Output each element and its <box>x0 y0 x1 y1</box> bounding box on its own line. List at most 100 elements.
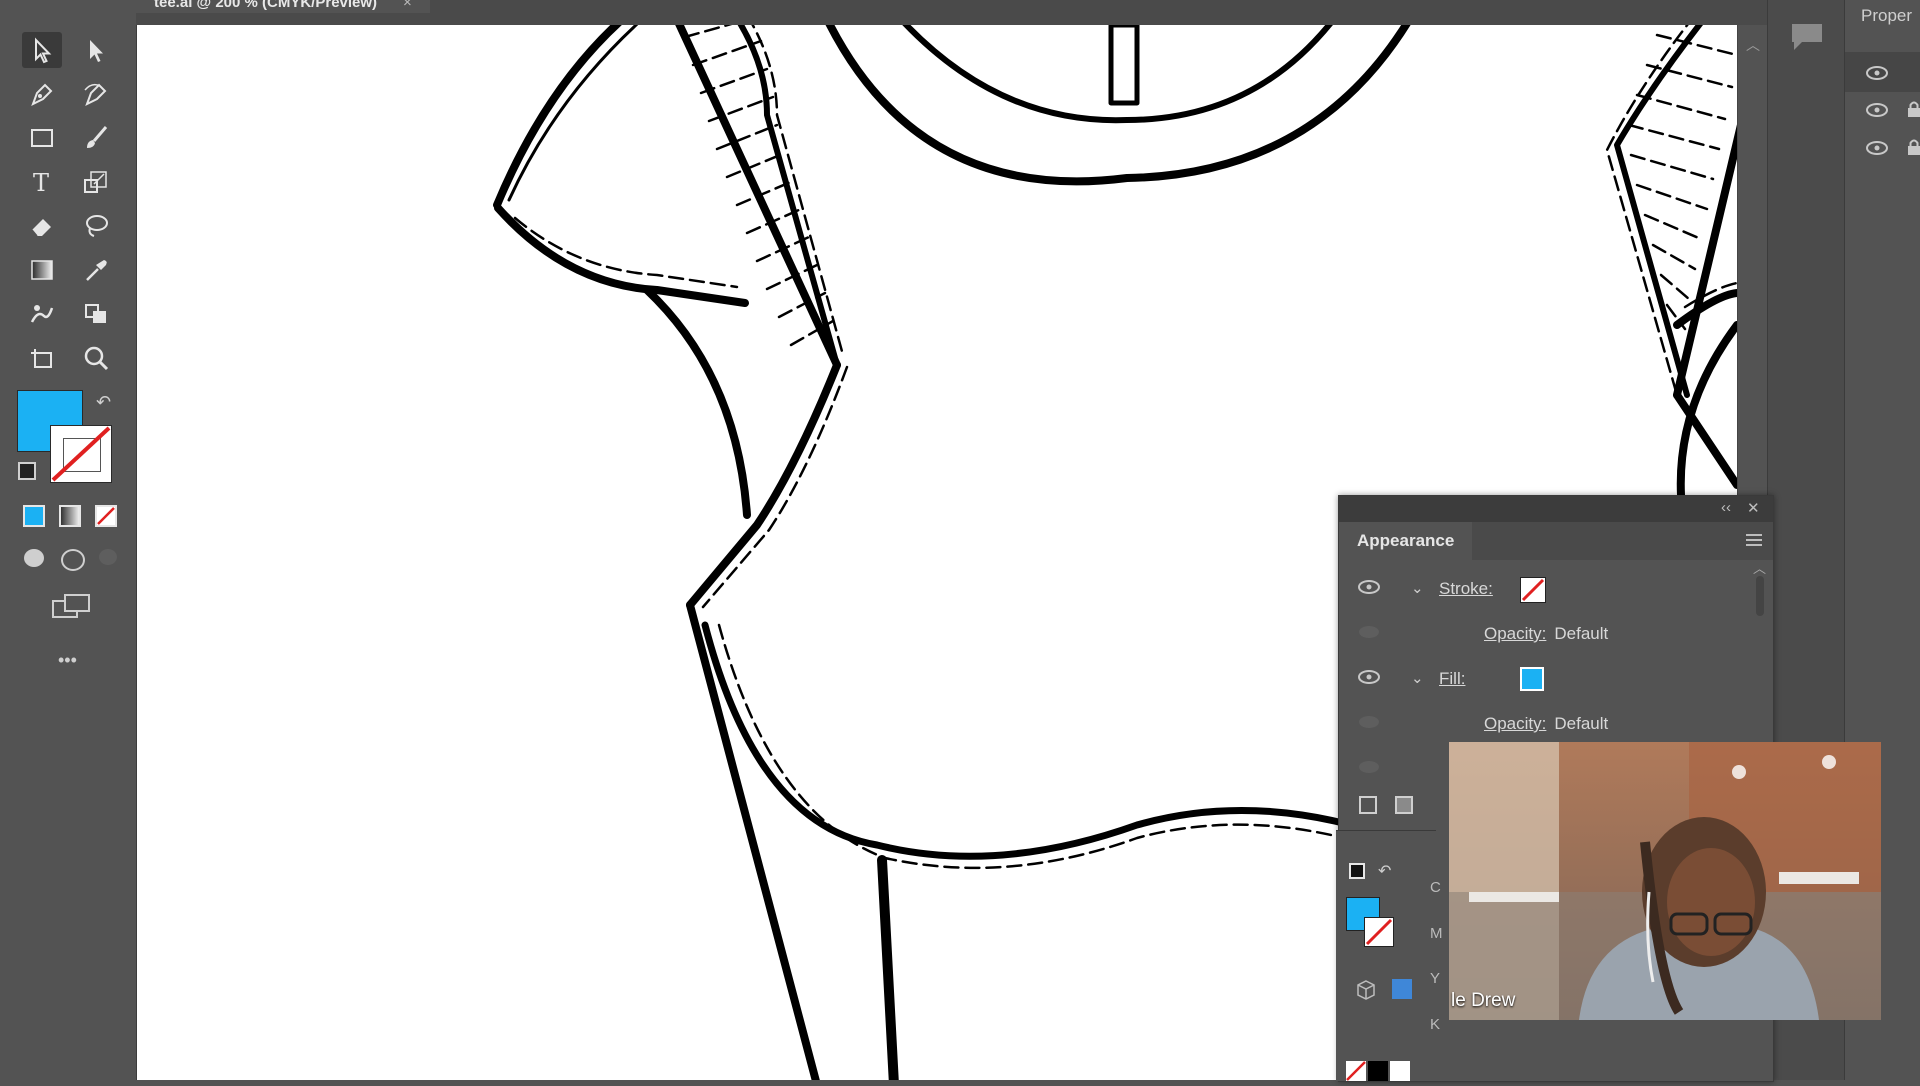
gradient-mode-button[interactable] <box>59 505 81 527</box>
pen-tool-icon <box>31 83 53 107</box>
eraser-tool[interactable] <box>22 208 62 244</box>
stroke-swatch[interactable] <box>50 425 112 483</box>
document-tab-bar: tee.ai @ 200 % (CMYK/Preview) × <box>136 0 1780 25</box>
document-tab[interactable]: tee.ai @ 200 % (CMYK/Preview) × <box>136 0 430 13</box>
opacity-value: Default <box>1554 624 1609 643</box>
gradient-tool[interactable] <box>22 252 62 288</box>
comments-panel-button[interactable] <box>1790 22 1824 57</box>
layer-row[interactable] <box>1845 95 1920 125</box>
none-slash-icon <box>1346 1061 1366 1081</box>
black-swatch[interactable] <box>1368 1061 1388 1081</box>
eye-icon[interactable] <box>1865 141 1889 155</box>
draw-behind-icon[interactable] <box>61 549 85 571</box>
eye-icon[interactable] <box>1357 625 1381 639</box>
eye-icon[interactable] <box>1357 715 1381 729</box>
zoom-tool[interactable] <box>76 340 116 376</box>
curvature-tool[interactable] <box>76 76 116 112</box>
magenta-label: M <box>1430 925 1443 942</box>
stroke-swatch[interactable] <box>1520 577 1546 603</box>
screen-mode-icon[interactable] <box>52 594 90 618</box>
opacity-value: Default <box>1554 714 1609 733</box>
tab-appearance[interactable]: Appearance <box>1339 522 1473 560</box>
scale-tool-icon <box>84 171 107 193</box>
opacity-label[interactable]: Opacity: <box>1484 714 1546 733</box>
eye-icon[interactable] <box>1357 670 1381 684</box>
fill-label[interactable]: Fill: <box>1439 669 1465 689</box>
panel-menu-icon[interactable] <box>1745 532 1763 548</box>
document-tab-close-button[interactable]: × <box>403 0 412 11</box>
eyedropper-tool[interactable] <box>76 252 116 288</box>
rectangle-tool-icon <box>31 129 53 147</box>
eye-icon[interactable] <box>1357 760 1381 774</box>
shape-builder-tool[interactable] <box>76 296 116 332</box>
fill-swatch[interactable] <box>1520 667 1544 691</box>
paintbrush-tool[interactable] <box>76 120 116 156</box>
tools-panel: T ↶ ••• <box>0 0 137 1080</box>
out-of-gamut-cube-icon[interactable] <box>1356 979 1376 1001</box>
none-swatch[interactable] <box>1346 1061 1366 1081</box>
stroke-label[interactable]: Stroke: <box>1439 579 1493 599</box>
eye-icon[interactable] <box>1865 103 1889 117</box>
document-tab-title: tee.ai @ 200 % (CMYK/Preview) <box>154 0 378 11</box>
selection-tool[interactable] <box>22 32 62 68</box>
none-mode-button[interactable] <box>95 505 117 527</box>
layer-row[interactable] <box>1845 133 1920 163</box>
zoom-tool-icon <box>84 346 109 371</box>
fill-opacity-text: Opacity: Default <box>1484 714 1608 734</box>
add-new-fill-icon[interactable] <box>1395 796 1413 814</box>
eye-icon[interactable] <box>1865 66 1889 80</box>
stroke-row[interactable]: ⌄ Stroke: <box>1339 570 1749 610</box>
puppet-warp-tool[interactable] <box>22 296 62 332</box>
stroke-swatch[interactable] <box>1364 917 1394 947</box>
paintbrush-tool-icon <box>87 126 108 148</box>
shape-builder-tool-icon <box>85 304 106 323</box>
fill-row[interactable]: ⌄ Fill: <box>1339 660 1749 700</box>
appearance-scrollbar[interactable]: ︿ <box>1753 561 1767 694</box>
layers-selected-row[interactable] <box>1845 52 1920 92</box>
scale-tool[interactable] <box>76 164 116 200</box>
artboard-tool-icon <box>31 349 52 368</box>
draw-normal-icon[interactable] <box>24 549 44 567</box>
cyan-label: C <box>1430 879 1441 896</box>
lock-icon[interactable] <box>1907 138 1920 156</box>
swap-fill-stroke-icon[interactable]: ↶ <box>96 392 111 413</box>
webcam-overlay: le Drew <box>1449 742 1881 1020</box>
pen-tool[interactable] <box>22 76 62 112</box>
gradient-tool-icon <box>31 260 53 280</box>
presenter-name-label: le Drew <box>1451 990 1516 1011</box>
chevron-up-icon[interactable]: ︿ <box>1746 35 1760 55</box>
stroke-opacity-row[interactable]: Opacity: Default <box>1339 615 1749 655</box>
close-panel-button[interactable]: ✕ <box>1747 499 1760 517</box>
more-tools-button[interactable]: ••• <box>58 650 77 671</box>
properties-panel-title[interactable]: Proper <box>1861 6 1912 26</box>
stroke-opacity-text: Opacity: Default <box>1484 624 1608 644</box>
swap-fill-stroke-icon[interactable]: ↶ <box>1378 861 1391 881</box>
out-of-gamut-swatch[interactable] <box>1392 979 1412 999</box>
color-panel: ↶ C M Y K <box>1336 830 1443 1081</box>
type-tool[interactable]: T <box>22 164 62 200</box>
draw-inside-icon[interactable] <box>99 549 117 565</box>
chevron-down-icon[interactable]: ⌄ <box>1411 579 1424 597</box>
opacity-label[interactable]: Opacity: <box>1484 624 1546 643</box>
none-slash-icon <box>97 507 115 525</box>
add-new-stroke-icon[interactable] <box>1359 796 1377 814</box>
chevron-up-icon[interactable]: ︿ <box>1753 558 1766 577</box>
default-fill-stroke-icon[interactable] <box>18 462 36 480</box>
artboard-tool[interactable] <box>22 340 62 376</box>
chevron-down-icon[interactable]: ⌄ <box>1411 669 1424 687</box>
rectangle-tool[interactable] <box>22 120 62 156</box>
appearance-panel-titlebar[interactable]: ‹‹ ✕ <box>1339 496 1773 522</box>
lasso-tool[interactable] <box>76 208 116 244</box>
direct-selection-tool[interactable] <box>76 32 116 68</box>
curvature-tool-icon <box>84 83 107 107</box>
color-mode-button[interactable] <box>23 505 45 527</box>
default-fill-stroke-icon[interactable] <box>1349 863 1365 879</box>
white-swatch[interactable] <box>1390 1061 1410 1081</box>
none-slash-icon <box>1365 918 1393 946</box>
eye-icon[interactable] <box>1357 580 1381 594</box>
collapse-panel-button[interactable]: ‹‹ <box>1721 499 1731 516</box>
webcam-video <box>1449 742 1881 1020</box>
lock-icon[interactable] <box>1907 100 1920 118</box>
fill-opacity-row[interactable]: Opacity: Default <box>1339 705 1749 745</box>
type-tool-icon: T <box>33 169 49 196</box>
